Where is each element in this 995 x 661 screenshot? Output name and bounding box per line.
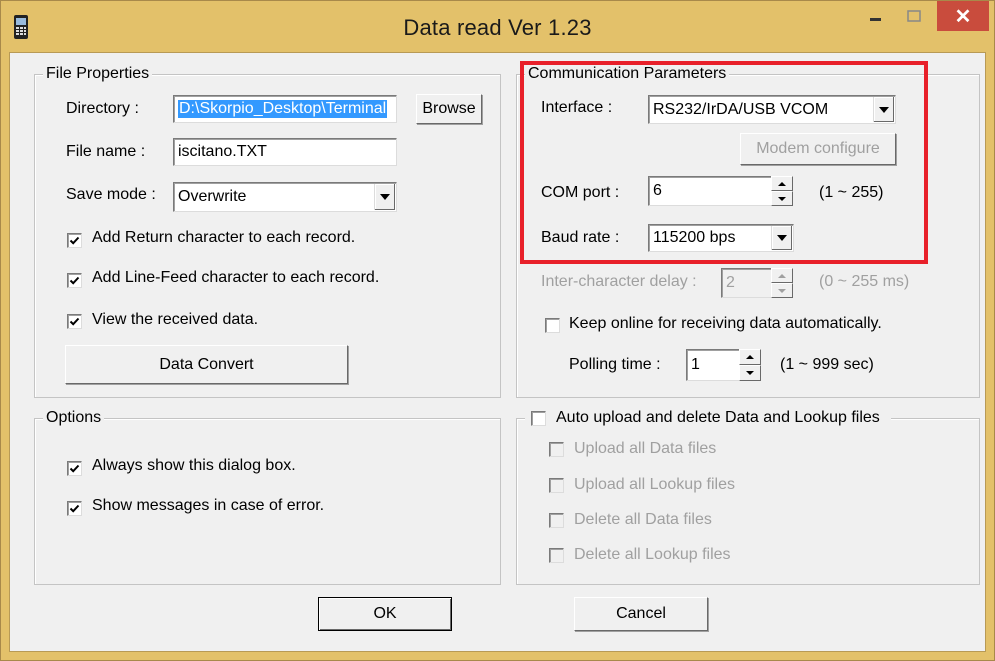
- options-legend: Options: [43, 409, 105, 427]
- show-errors-checkbox[interactable]: [67, 501, 82, 516]
- filename-field[interactable]: iscitano.TXT: [173, 138, 397, 166]
- directory-field[interactable]: D:\Skorpio_Desktop\Terminal: [173, 95, 397, 123]
- always-show-checkbox[interactable]: [67, 461, 82, 476]
- maximize-button[interactable]: [897, 1, 931, 31]
- upload-data-files-checkbox[interactable]: [549, 442, 564, 457]
- checkmark-icon: [69, 276, 80, 285]
- add-linefeed-checkbox[interactable]: [67, 273, 82, 288]
- window-title: Data read Ver 1.23: [403, 15, 592, 40]
- delete-data-files-label: Delete all Data files: [574, 511, 712, 528]
- inter-character-delay-field[interactable]: 2: [721, 268, 773, 298]
- ok-button[interactable]: OK: [318, 597, 452, 631]
- file-properties-legend: File Properties: [43, 65, 153, 83]
- filename-label: File name :: [66, 143, 146, 160]
- save-mode-label: Save mode :: [66, 186, 156, 203]
- polling-time-range: (1 ~ 999 sec): [780, 356, 874, 373]
- auto-upload-checkbox[interactable]: [531, 411, 546, 426]
- directory-value: D:\Skorpio_Desktop\Terminal: [178, 100, 388, 118]
- keep-online-checkbox[interactable]: [545, 318, 560, 333]
- save-mode-select[interactable]: Overwrite: [173, 182, 397, 212]
- browse-button[interactable]: Browse: [416, 94, 482, 124]
- add-linefeed-label: Add Line-Feed character to each record.: [92, 269, 380, 286]
- directory-label: Directory :: [66, 100, 139, 117]
- show-errors-label: Show messages in case of error.: [92, 497, 325, 514]
- close-button[interactable]: ✕: [937, 1, 989, 31]
- spin-up-button[interactable]: [739, 349, 761, 365]
- inter-character-delay-label: Inter-character delay :: [541, 273, 697, 290]
- save-mode-dropdown-arrow[interactable]: [374, 184, 395, 210]
- delete-lookup-files-checkbox[interactable]: [549, 548, 564, 563]
- polling-time-field[interactable]: 1: [686, 349, 740, 381]
- spin-down-button[interactable]: [771, 283, 793, 298]
- checkmark-icon: [69, 464, 80, 473]
- add-return-checkbox[interactable]: [67, 233, 82, 248]
- delete-data-files-checkbox[interactable]: [549, 513, 564, 528]
- inter-character-delay-range: (0 ~ 255 ms): [819, 273, 910, 290]
- maximize-icon: [907, 10, 921, 22]
- close-icon: ✕: [954, 5, 972, 28]
- polling-time-label: Polling time :: [569, 356, 661, 373]
- polling-time-spinner[interactable]: [739, 349, 761, 381]
- highlight-box: [520, 61, 928, 264]
- spin-down-icon: [746, 371, 754, 375]
- auto-upload-label: Auto upload and delete Data and Lookup f…: [556, 409, 880, 426]
- checkmark-icon: [69, 504, 80, 513]
- upload-lookup-files-label: Upload all Lookup files: [574, 476, 735, 493]
- keep-online-label: Keep online for receiving data automatic…: [569, 315, 882, 332]
- chevron-down-icon: [380, 194, 390, 200]
- always-show-label: Always show this dialog box.: [92, 457, 296, 474]
- view-received-label: View the received data.: [92, 311, 259, 328]
- view-received-checkbox[interactable]: [67, 314, 82, 329]
- spin-up-button[interactable]: [771, 268, 793, 283]
- checkmark-icon: [69, 317, 80, 326]
- inter-character-delay-spinner[interactable]: [771, 268, 793, 298]
- spin-down-button[interactable]: [739, 365, 761, 381]
- add-return-label: Add Return character to each record.: [92, 229, 356, 246]
- spin-up-icon: [778, 273, 786, 278]
- upload-lookup-files-checkbox[interactable]: [549, 478, 564, 493]
- upload-data-files-label: Upload all Data files: [574, 440, 717, 457]
- checkmark-icon: [69, 236, 80, 245]
- delete-lookup-files-label: Delete all Lookup files: [574, 546, 731, 563]
- save-mode-value: Overwrite: [178, 188, 247, 205]
- data-convert-button[interactable]: Data Convert: [65, 345, 348, 384]
- spin-down-icon: [778, 288, 786, 293]
- minimize-icon: [870, 18, 881, 21]
- spin-up-icon: [746, 355, 754, 359]
- cancel-button[interactable]: Cancel: [574, 597, 708, 631]
- minimize-button[interactable]: [859, 1, 893, 31]
